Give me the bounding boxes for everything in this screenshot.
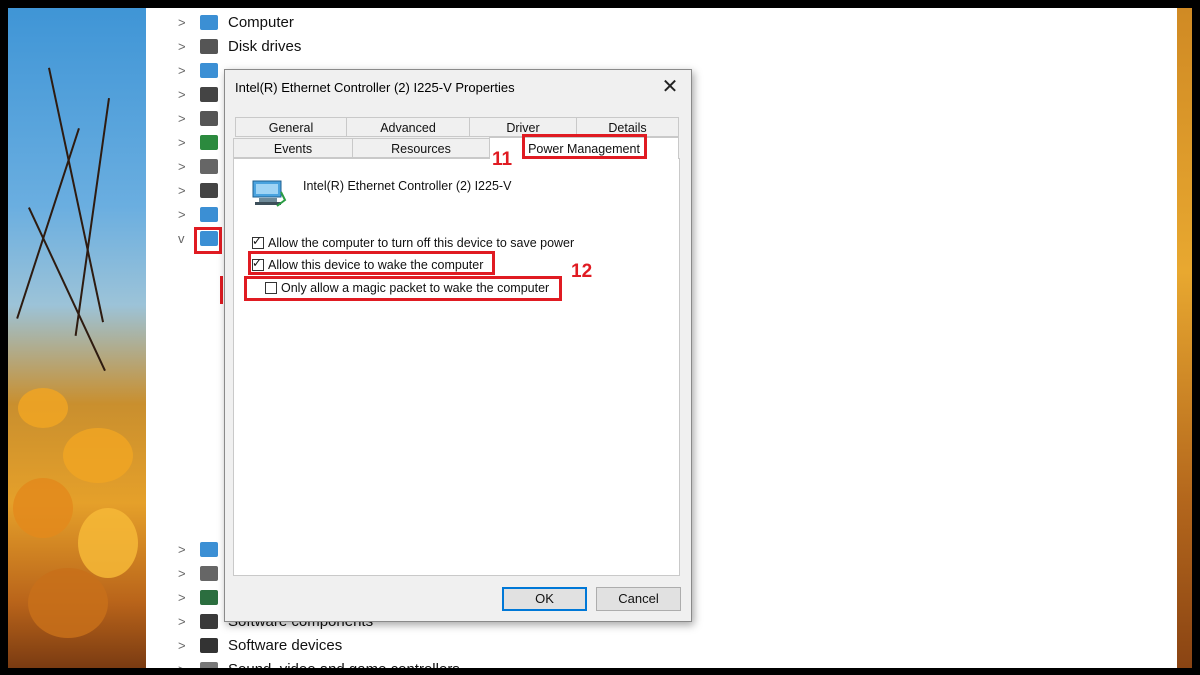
chevron-right-icon[interactable]: > <box>178 159 186 174</box>
desktop-wallpaper-left <box>8 8 146 668</box>
chevron-right-icon[interactable]: > <box>178 135 186 150</box>
properties-dialog: Intel(R) Ethernet Controller (2) I225-V … <box>224 69 692 622</box>
checkmark-icon: ✓ <box>252 234 263 248</box>
disk-drive-icon <box>200 39 218 54</box>
display-adapters-icon <box>200 63 218 78</box>
tree-item[interactable]: > Sound, video and game controllers <box>146 659 666 668</box>
chevron-right-icon[interactable]: > <box>178 111 186 126</box>
chevron-right-icon[interactable]: > <box>178 590 186 605</box>
ide-controller-icon <box>200 135 218 150</box>
processors-icon <box>200 590 218 605</box>
chevron-right-icon[interactable]: > <box>178 662 186 668</box>
chevron-right-icon[interactable]: > <box>178 542 186 557</box>
computer-icon <box>200 15 218 30</box>
software-devices-icon <box>200 638 218 653</box>
dialog-title: Intel(R) Ethernet Controller (2) I225-V … <box>235 80 515 95</box>
ok-button[interactable]: OK <box>502 587 587 611</box>
tab-driver[interactable]: Driver <box>469 117 577 137</box>
portable-devices-icon <box>200 542 218 557</box>
tab-general[interactable]: General <box>235 117 347 137</box>
step-11-label: 11 <box>492 149 513 170</box>
network-adapters-icon <box>200 231 218 246</box>
chevron-right-icon[interactable]: > <box>178 207 186 222</box>
screenshot: > Computer > Disk drives > > > > > > > v > > > > Softwa… <box>0 0 1200 675</box>
allow-turn-off-label: Allow the computer to turn off this devi… <box>268 236 575 250</box>
checkmark-icon: ✓ <box>252 256 263 270</box>
checkbox-box: ✓ <box>252 234 264 249</box>
allow-turn-off-checkbox[interactable]: ✓ Allow the computer to turn off this de… <box>252 234 574 252</box>
chevron-right-icon[interactable]: > <box>178 87 186 102</box>
mice-icon <box>200 183 218 198</box>
cancel-button[interactable]: Cancel <box>596 587 681 611</box>
chevron-right-icon[interactable]: > <box>178 638 186 653</box>
tab-power-management[interactable]: Power Management <box>489 137 679 159</box>
chevron-right-icon[interactable]: > <box>178 63 186 78</box>
hid-icon <box>200 111 218 126</box>
chevron-right-icon[interactable]: > <box>178 183 186 198</box>
print-queues-icon <box>200 566 218 581</box>
tab-advanced[interactable]: Advanced <box>346 117 470 137</box>
chevron-right-icon[interactable]: > <box>178 566 186 581</box>
tree-item[interactable]: > Computer <box>146 12 666 34</box>
tree-item-label: Computer <box>228 14 294 31</box>
chevron-right-icon[interactable]: > <box>178 15 186 30</box>
chevron-down-icon[interactable]: v <box>178 231 185 246</box>
checkbox-box <box>265 282 277 294</box>
keyboards-icon <box>200 159 218 174</box>
software-components-icon <box>200 614 218 629</box>
tab-events[interactable]: Events <box>233 138 353 158</box>
network-adapter-icon <box>252 180 287 207</box>
allow-wake-label: Allow this device to wake the computer <box>268 258 484 272</box>
allow-wake-checkbox[interactable]: ✓ Allow this device to wake the computer <box>252 256 483 274</box>
tree-item[interactable]: > Disk drives <box>146 36 666 58</box>
chevron-right-icon[interactable]: > <box>178 614 186 629</box>
firmware-icon <box>200 87 218 102</box>
tree-item-label: Disk drives <box>228 38 302 55</box>
step-12-label: 12 <box>571 261 593 282</box>
tree-item[interactable]: > Software devices <box>146 635 666 657</box>
checkbox-box: ✓ <box>252 256 264 271</box>
chevron-right-icon[interactable]: > <box>178 39 186 54</box>
tree-item-label: Sound, video and game controllers <box>228 661 460 668</box>
magic-packet-checkbox[interactable]: Only allow a magic packet to wake the co… <box>265 279 549 297</box>
power-management-panel: Intel(R) Ethernet Controller (2) I225-V … <box>233 158 680 576</box>
monitors-icon <box>200 207 218 222</box>
magic-packet-label: Only allow a magic packet to wake the co… <box>281 281 550 295</box>
sound-icon <box>200 662 218 668</box>
close-icon[interactable]: ✕ <box>659 74 681 99</box>
tab-resources[interactable]: Resources <box>352 138 490 158</box>
desktop-wallpaper-right <box>1177 8 1192 668</box>
tree-item-label: Software devices <box>228 637 343 654</box>
tab-details[interactable]: Details <box>576 117 679 137</box>
device-name: Intel(R) Ethernet Controller (2) I225-V <box>303 179 512 193</box>
